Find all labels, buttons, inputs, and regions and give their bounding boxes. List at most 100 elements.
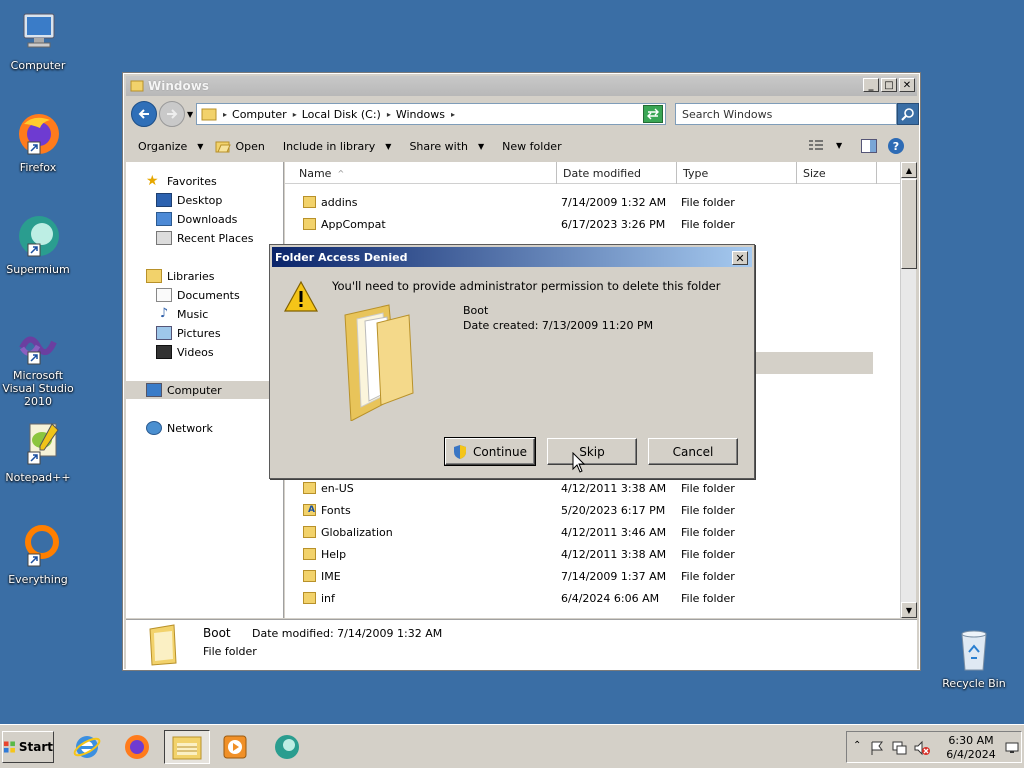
- column-header-name[interactable]: Name ^: [285, 162, 557, 184]
- desktop-icon-label: Everything: [8, 573, 68, 586]
- scroll-thumb[interactable]: [901, 179, 917, 269]
- taskbar-firefox[interactable]: [114, 730, 160, 764]
- table-row[interactable]: AppCompat 6/17/2023 3:26 PM File folder: [285, 213, 885, 235]
- taskbar-explorer[interactable]: [164, 730, 210, 764]
- nav-recent-places[interactable]: Recent Places: [126, 229, 284, 247]
- network-icon[interactable]: [891, 740, 907, 756]
- nav-favorites[interactable]: ★ Favorites: [126, 172, 284, 190]
- table-row[interactable]: en-US 4/12/2011 3:38 AM File folder: [285, 477, 885, 499]
- breadcrumb-arrow-icon[interactable]: ▸: [451, 110, 455, 119]
- nav-desktop[interactable]: Desktop: [126, 191, 284, 209]
- nav-music[interactable]: ♪ Music: [126, 305, 284, 323]
- column-header-type[interactable]: Type: [677, 162, 797, 184]
- breadcrumb-arrow-icon[interactable]: ▸: [293, 110, 297, 119]
- taskbar-media-player[interactable]: [212, 730, 258, 764]
- file-name: IME: [321, 569, 341, 583]
- desktop-icon-notepadpp[interactable]: Notepad++: [0, 420, 76, 484]
- nav-computer[interactable]: Computer: [126, 381, 284, 399]
- nav-label: Libraries: [167, 269, 215, 283]
- column-label: Size: [803, 166, 826, 180]
- maximize-button[interactable]: □: [881, 78, 897, 92]
- nav-label: Computer: [167, 383, 222, 397]
- refresh-icon: [647, 108, 659, 120]
- column-header-size[interactable]: Size: [797, 162, 877, 184]
- show-hidden-icons-icon[interactable]: ⌃: [853, 740, 861, 751]
- preview-pane-icon[interactable]: [861, 139, 877, 153]
- scroll-down-button[interactable]: ▼: [901, 602, 917, 618]
- continue-button[interactable]: Continue: [444, 437, 536, 466]
- dialog-titlebar[interactable]: Folder Access Denied ✕: [272, 247, 752, 267]
- clock-time: 6:30 AM: [948, 734, 994, 747]
- taskbar-internet-explorer[interactable]: [64, 730, 110, 764]
- scroll-up-button[interactable]: ▲: [901, 162, 917, 178]
- forward-button[interactable]: [159, 101, 185, 127]
- breadcrumb-windows[interactable]: Windows: [396, 108, 445, 121]
- table-row[interactable]: A Fonts 5/20/2023 6:17 PM File folder: [285, 499, 885, 521]
- nav-libraries[interactable]: Libraries: [126, 267, 284, 285]
- start-button[interactable]: Start: [2, 731, 54, 763]
- back-arrow-icon: [138, 109, 149, 119]
- desktop-icon-visual-studio[interactable]: Microsoft Visual Studio 2010: [0, 326, 76, 408]
- help-icon[interactable]: ?: [888, 138, 904, 154]
- share-with-button[interactable]: Share with ▼: [409, 140, 484, 153]
- nav-pictures[interactable]: Pictures: [126, 324, 284, 342]
- file-name: inf: [321, 591, 335, 605]
- uac-shield-icon: [454, 444, 467, 459]
- view-options-icon[interactable]: [808, 139, 824, 153]
- search-button[interactable]: [897, 103, 919, 125]
- breadcrumb-local-disk[interactable]: Local Disk (C:): [302, 108, 381, 121]
- table-row[interactable]: Globalization 4/12/2011 3:46 AM File fol…: [285, 521, 885, 543]
- desktop-icon-supermium[interactable]: Supermium: [0, 212, 76, 276]
- clock[interactable]: 6:30 AM 6/4/2024: [943, 734, 999, 762]
- show-desktop-icon[interactable]: [1005, 742, 1019, 754]
- table-row[interactable]: addins 7/14/2009 1:32 AM File folder: [285, 191, 885, 213]
- details-name: Boot: [203, 626, 231, 640]
- nav-downloads[interactable]: Downloads: [126, 210, 284, 228]
- vertical-scrollbar[interactable]: ▲ ▼: [900, 162, 917, 618]
- dialog-close-button[interactable]: ✕: [732, 251, 748, 265]
- history-dropdown-icon[interactable]: ▼: [187, 110, 193, 119]
- minimize-button[interactable]: _: [863, 78, 879, 92]
- skip-button[interactable]: Skip: [547, 438, 637, 465]
- navigation-pane[interactable]: ★ Favorites Desktop Downloads Recent Pla…: [126, 162, 284, 618]
- volume-muted-icon[interactable]: [913, 740, 931, 756]
- close-button[interactable]: ✕: [899, 78, 915, 92]
- desktop-icon-everything[interactable]: Everything: [0, 522, 76, 586]
- address-box[interactable]: ▸Computer ▸Local Disk (C:) ▸Windows ▸ ▼: [196, 103, 666, 125]
- computer-icon: [146, 383, 162, 397]
- new-folder-button[interactable]: New folder: [502, 140, 561, 153]
- nav-documents[interactable]: Documents: [126, 286, 284, 304]
- action-center-flag-icon[interactable]: [869, 740, 885, 756]
- folder-access-denied-dialog[interactable]: Folder Access Denied ✕ You'll need to pr…: [269, 244, 755, 479]
- table-row[interactable]: inf 6/4/2024 6:06 AM File folder: [285, 587, 885, 609]
- nav-network[interactable]: Network: [126, 419, 284, 437]
- explorer-titlebar[interactable]: Windows _ □ ✕: [126, 76, 917, 96]
- folder-icon: [303, 218, 316, 230]
- view-dropdown-icon[interactable]: ▼: [836, 141, 842, 150]
- open-button[interactable]: Open: [215, 139, 265, 153]
- explorer-folder-icon: [172, 736, 202, 760]
- table-row[interactable]: Help 4/12/2011 3:38 AM File folder: [285, 543, 885, 565]
- search-input[interactable]: Search Windows: [675, 103, 897, 125]
- table-row[interactable]: IME 7/14/2009 1:37 AM File folder: [285, 565, 885, 587]
- desktop-icon-recycle-bin[interactable]: Recycle Bin: [936, 626, 1012, 690]
- dialog-item-name: Boot: [463, 304, 489, 317]
- fonts-folder-icon: A: [303, 504, 316, 516]
- breadcrumb-arrow-icon[interactable]: ▸: [223, 110, 227, 119]
- desktop-icon-computer[interactable]: Computer: [0, 8, 76, 72]
- refresh-button[interactable]: [643, 105, 663, 123]
- file-type: File folder: [681, 569, 735, 583]
- back-button[interactable]: [131, 101, 157, 127]
- file-date: 7/14/2009 1:32 AM: [561, 195, 667, 209]
- folder-icon: [303, 548, 316, 560]
- organize-button[interactable]: Organize ▼: [138, 140, 203, 153]
- nav-label: Documents: [177, 288, 240, 302]
- cancel-button[interactable]: Cancel: [648, 438, 738, 465]
- desktop-icon-firefox[interactable]: Firefox: [0, 110, 76, 174]
- include-in-library-button[interactable]: Include in library ▼: [283, 140, 392, 153]
- column-header-date[interactable]: Date modified: [557, 162, 677, 184]
- nav-videos[interactable]: Videos: [126, 343, 284, 361]
- taskbar-supermium[interactable]: [264, 730, 310, 764]
- breadcrumb-computer[interactable]: Computer: [232, 108, 287, 121]
- breadcrumb-arrow-icon[interactable]: ▸: [387, 110, 391, 119]
